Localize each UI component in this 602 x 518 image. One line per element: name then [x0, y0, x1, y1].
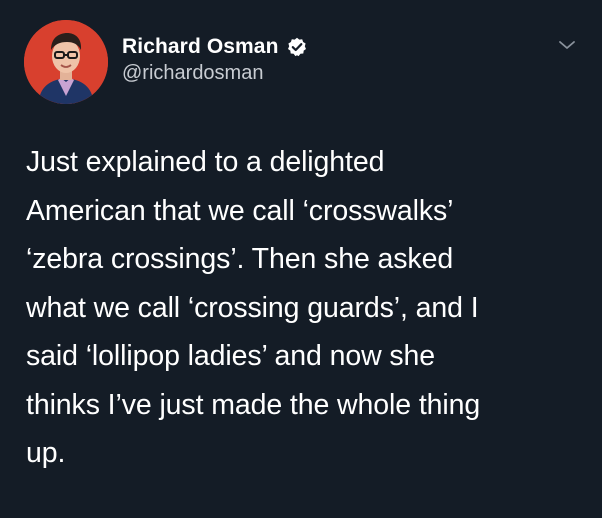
tweet-text-line: American that we call ‘crosswalks’ — [26, 194, 454, 227]
avatar[interactable] — [24, 20, 108, 104]
tweet-text-line: said ‘lollipop ladies’ and now she — [26, 340, 436, 372]
tweet-text-line: up. — [26, 437, 66, 469]
tweet-text-line: what we call ‘crossing guards’, and I — [26, 291, 479, 324]
display-name[interactable]: Richard Osman — [122, 35, 279, 59]
author-name-row[interactable]: Richard Osman — [122, 34, 307, 60]
tweet-text-line: thinks I’ve just made the whole thing — [26, 388, 481, 421]
chevron-down-icon[interactable] — [556, 37, 578, 53]
tweet-card: Richard Osman @richardosman Just explain… — [0, 0, 602, 518]
tweet-text-line: Just explained to a delighted — [26, 146, 385, 178]
user-handle[interactable]: @richardosman — [122, 62, 263, 85]
tweet-text-line: ‘zebra crossings’. Then she asked — [26, 243, 454, 275]
profile-photo — [24, 20, 108, 104]
tweet-body: Just explained to a delighted American t… — [26, 138, 586, 478]
verified-badge-icon — [287, 37, 307, 57]
